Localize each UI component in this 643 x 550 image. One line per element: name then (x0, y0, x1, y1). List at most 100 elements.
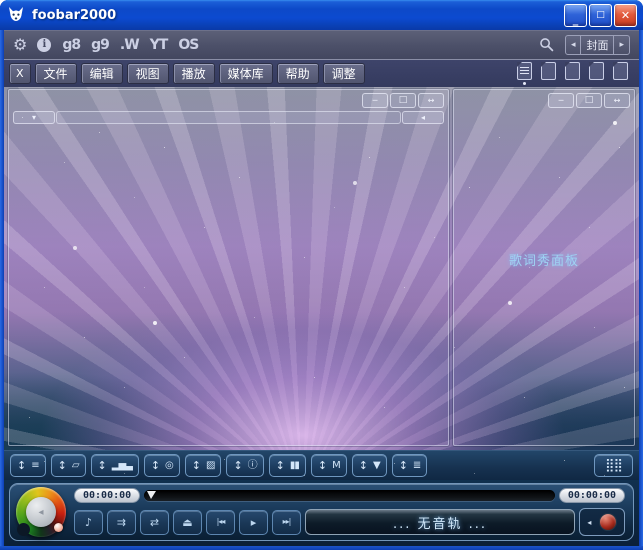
volume-knob[interactable]: ◂ (16, 487, 66, 537)
updown-icon: ↕ (150, 459, 161, 472)
updown-icon: ↕ (317, 459, 328, 472)
lyrics-panel-label: 歌词秀面板 (508, 253, 579, 269)
knob-pointer: ◂ (26, 497, 56, 527)
close-button[interactable]: ✕ (614, 3, 637, 27)
eject-button[interactable]: ⏏ (173, 509, 202, 535)
volume-flyout[interactable]: ◂ (579, 508, 625, 536)
play-button[interactable]: ▸ (239, 509, 268, 535)
google-icon[interactable]: g8 (62, 38, 81, 52)
lyrics-panel[interactable]: ─ □ ↔ 歌词秀面板 (453, 89, 635, 446)
playlist-tab-icon[interactable] (613, 62, 628, 80)
seekbar[interactable] (144, 490, 555, 501)
panel-expand-button[interactable]: ↔ (418, 93, 444, 108)
toggle-selection-properties[interactable]: ↕ ▱ (50, 454, 86, 477)
window-title: foobar2000 (32, 7, 117, 23)
cover-selector-label[interactable]: 封面 (580, 35, 613, 54)
updown-icon: ↕ (191, 459, 201, 472)
updown-icon: ↕ (358, 459, 368, 472)
panel-expand-button[interactable]: ↔ (604, 93, 630, 108)
starfield (4, 87, 5, 88)
starfield-bright (4, 87, 6, 89)
titlebar[interactable]: foobar2000 _ □ ✕ (0, 0, 643, 30)
maximize-button[interactable]: □ (589, 3, 612, 27)
note-button[interactable]: ♪ (74, 509, 103, 535)
allmusic-icon[interactable]: OS (178, 38, 199, 52)
menu-view[interactable]: 视图 (126, 63, 169, 84)
volume-arrow-icon: ◂ (587, 517, 592, 527)
playlist-view-icon: ≣ (412, 459, 421, 471)
cover-selector: ◂ 封面 ▸ (564, 34, 630, 55)
playlist-tab-icon[interactable] (565, 62, 580, 80)
panel-maximize-button[interactable]: □ (390, 93, 416, 108)
info-icon[interactable]: i (37, 37, 52, 52)
window-border-right (639, 30, 643, 550)
panel-maximize-button[interactable]: □ (576, 93, 602, 108)
panel-minimize-button[interactable]: ─ (362, 93, 388, 108)
playback-order-button[interactable]: ⇉ (107, 509, 136, 535)
updown-icon: ↕ (17, 459, 27, 472)
cover-next-button[interactable]: ▸ (613, 35, 629, 54)
toggle-peak-meter[interactable]: ↕ M (310, 454, 347, 477)
total-time: 00:00:00 (558, 488, 625, 503)
foobar2000-window: foobar2000 _ □ ✕ ⚙ i g8 g9 .W YT OS ◂ 封面 (0, 0, 643, 550)
peak-meter-icon: M (332, 459, 341, 471)
spiral-icon: ◎ (165, 459, 174, 471)
playlist-tab-icon[interactable] (589, 62, 604, 80)
toggle-spiral-vis[interactable]: ↕ ◎ (143, 454, 180, 477)
track-info-icon: ⓘ (247, 459, 258, 471)
panel-toggle-toolbar: ↕ ≡ ↕ ▱ ↕ ▂▅▃ ↕ ◎ ↕ ▨ ↕ ⓘ ↕ ▮▮ ↕ M ↕ ▼ ↕ ≣ ⣿⣿ (4, 450, 639, 480)
panel-minimize-button[interactable]: ─ (548, 93, 574, 108)
shuffle-button[interactable]: ⇄ (140, 509, 169, 535)
toggle-playlist-view[interactable]: ↕ ≣ (391, 454, 428, 477)
updown-icon: ↕ (398, 459, 408, 472)
toggle-track-info[interactable]: ↕ ⓘ (226, 454, 264, 477)
toggle-filter[interactable]: ↕ ▼ (351, 454, 387, 477)
youtube-icon[interactable]: YT (150, 38, 169, 52)
toggle-vu-meter[interactable]: ↕ ▮▮ (268, 454, 306, 477)
matrix-icon: ⣿⣿ (604, 458, 623, 473)
knob-indicator-dot (54, 523, 63, 532)
menu-x-button[interactable]: X (9, 63, 31, 84)
menu-help[interactable]: 帮助 (276, 63, 319, 84)
toggle-spectrum[interactable]: ↕ ▂▅▃ (90, 454, 139, 477)
menu-playback[interactable]: 播放 (172, 63, 215, 84)
track-display: ... 无音轨 ... (305, 509, 575, 535)
elapsed-time: 00:00:00 (74, 488, 141, 503)
scrollbar-track[interactable] (56, 111, 401, 124)
vu-meter-icon: ▮▮ (289, 459, 300, 471)
selection-icon: ▱ (71, 459, 80, 471)
playlist-scrollbar: ▾ ◂ (13, 111, 444, 124)
menu-adjust[interactable]: 调整 (322, 63, 365, 84)
playlist-tab-icon[interactable] (541, 62, 556, 80)
previous-button[interactable]: |◂◂ (206, 509, 235, 535)
window-content: ⚙ i g8 g9 .W YT OS ◂ 封面 ▸ X 文件 编辑 视图 播放 (4, 30, 639, 546)
seek-thumb[interactable] (147, 491, 157, 499)
window-border-bottom (0, 546, 643, 550)
wikipedia-icon[interactable]: .W (120, 38, 140, 52)
menu-file[interactable]: 文件 (34, 63, 77, 84)
search-icon[interactable] (539, 37, 554, 52)
scroll-left-button[interactable]: ◂ (402, 111, 444, 124)
updown-icon: ↕ (57, 459, 67, 472)
toggle-album-art[interactable]: ↕ ▨ (184, 454, 222, 477)
filter-icon: ▼ (372, 459, 381, 471)
google-images-icon[interactable]: g9 (91, 38, 110, 52)
minimize-button[interactable]: _ (564, 3, 587, 27)
mute-orb-icon (598, 513, 617, 531)
toggle-playlist-manager[interactable]: ↕ ≡ (10, 454, 46, 477)
updown-icon: ↕ (233, 459, 243, 472)
playlist-tab-icon[interactable] (517, 62, 532, 80)
main-wallpaper-area: ─ □ ↔ ▾ ◂ ─ □ ↔ 歌词秀面板 (4, 87, 639, 450)
playlist-tab-strip (517, 62, 628, 85)
menu-library[interactable]: 媒体库 (218, 63, 273, 84)
cover-prev-button[interactable]: ◂ (566, 36, 581, 54)
scroll-dropdown-button[interactable]: ▾ (13, 111, 55, 124)
menubar: X 文件 编辑 视图 播放 媒体库 帮助 调整 (4, 60, 639, 87)
playlist-panel[interactable]: ─ □ ↔ ▾ ◂ (8, 89, 449, 446)
knob-notch (17, 523, 30, 536)
menu-edit[interactable]: 编辑 (80, 63, 123, 84)
updown-icon: ↕ (275, 459, 285, 472)
preferences-gear-icon[interactable]: ⚙ (13, 36, 27, 53)
next-button[interactable]: ▸▸| (272, 509, 301, 535)
matrix-view-button[interactable]: ⣿⣿ (593, 454, 633, 477)
